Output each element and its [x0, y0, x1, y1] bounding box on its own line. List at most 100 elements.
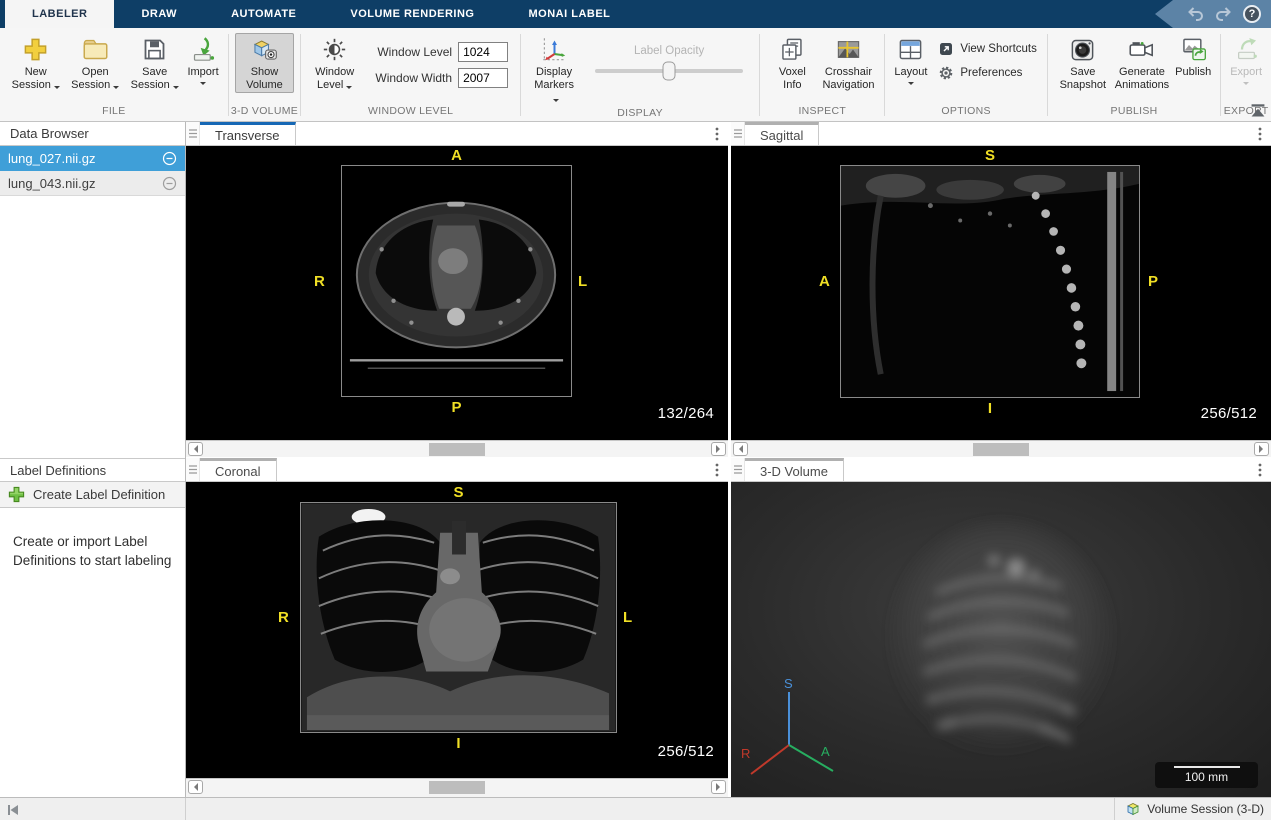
volume-3d-viewport[interactable]: S R A 100 mm	[731, 482, 1271, 797]
add-label-icon	[8, 486, 25, 503]
display-markers-button[interactable]: Display Markers	[527, 33, 581, 106]
chevron-down-icon	[113, 86, 119, 92]
label-definitions-helper-text: Create or import Label Definitions to st…	[13, 532, 172, 570]
layout-grid-icon	[897, 36, 924, 63]
sagittal-tab[interactable]: Sagittal	[745, 122, 819, 145]
sagittal-viewport[interactable]: S A P I 256/512	[731, 146, 1271, 440]
collapse-panel-icon[interactable]	[6, 803, 20, 815]
axis-label-right: R	[741, 746, 750, 761]
transverse-viewport[interactable]: A R L P 132/264	[186, 146, 728, 440]
session-cube-icon	[1125, 801, 1141, 817]
volume-3d-pane-header: 3-D Volume	[731, 458, 1271, 482]
scroll-left-button[interactable]	[733, 442, 748, 456]
publish-button[interactable]: Publish	[1172, 33, 1214, 80]
slice-counter: 132/264	[658, 405, 714, 422]
save-session-button[interactable]: Save Session	[125, 33, 184, 93]
voxel-info-button[interactable]: Voxel Info	[766, 33, 818, 93]
undo-icon[interactable]	[1185, 7, 1205, 22]
coronal-tab[interactable]: Coronal	[200, 458, 277, 481]
scroll-right-button[interactable]	[711, 442, 726, 456]
sagittal-slice-scrollbar[interactable]	[731, 440, 1271, 457]
section-label-file: FILE	[2, 104, 226, 121]
coronal-slice-scrollbar[interactable]	[186, 778, 728, 797]
import-button[interactable]: Import	[184, 33, 221, 89]
grip-icon[interactable]	[731, 122, 745, 145]
section-label-display: DISPLAY	[523, 106, 757, 121]
tab-monai-label[interactable]: MONAI LABEL	[502, 0, 638, 28]
show-volume-toggle[interactable]: Show Volume	[235, 33, 295, 93]
new-session-button[interactable]: New Session	[6, 33, 65, 93]
section-label-window-level: WINDOW LEVEL	[303, 104, 518, 121]
section-label-inspect: INSPECT	[762, 104, 882, 121]
open-session-button[interactable]: Open Session	[65, 33, 124, 93]
transverse-tab[interactable]: Transverse	[200, 122, 296, 145]
brightness-icon	[321, 36, 348, 63]
grip-icon[interactable]	[186, 122, 200, 145]
layout-button[interactable]: Layout	[891, 33, 930, 89]
transverse-pane-header: Transverse	[186, 122, 728, 146]
help-icon[interactable]: ?	[1243, 5, 1261, 23]
orientation-label-anterior: A	[341, 147, 572, 164]
view-shortcuts-button[interactable]: View Shortcuts	[938, 41, 1037, 57]
crosshair-navigation-button[interactable]: Crosshair Navigation	[819, 33, 879, 93]
scroll-right-button[interactable]	[1254, 442, 1269, 456]
ribbon-section-publish: Save Snapshot Generate Animations Publis…	[1048, 28, 1220, 121]
data-browser-item[interactable]: lung_027.nii.gz	[0, 146, 185, 171]
kebab-menu-icon[interactable]	[715, 458, 719, 481]
left-sidebar: Data Browser lung_027.nii.gz lung_043.ni…	[0, 122, 186, 797]
collapse-ribbon-icon[interactable]	[1249, 103, 1267, 117]
window-level-input[interactable]	[458, 42, 508, 62]
session-status: Volume Session (3-D)	[1114, 798, 1271, 820]
kebab-menu-icon[interactable]	[1258, 458, 1262, 481]
remove-volume-icon[interactable]	[162, 176, 177, 191]
chevron-down-icon	[346, 86, 352, 92]
volume-3d-pane: 3-D Volume	[731, 458, 1271, 797]
redo-icon[interactable]	[1214, 7, 1234, 22]
coronal-viewport[interactable]: S R L I 256/512	[186, 482, 728, 778]
slice-counter: 256/512	[658, 743, 714, 760]
section-label-3d-volume: 3-D VOLUME	[231, 104, 299, 121]
axis-label-superior: S	[784, 676, 793, 691]
kebab-menu-icon[interactable]	[715, 122, 719, 145]
tab-automate[interactable]: AUTOMATE	[204, 0, 323, 28]
tab-labeler[interactable]: LABELER	[5, 0, 114, 28]
kebab-menu-icon[interactable]	[1258, 122, 1262, 145]
axis-label-anterior: A	[821, 744, 830, 759]
orientation-label-superior: S	[300, 484, 617, 501]
chevron-down-icon	[553, 99, 559, 105]
tab-volume-rendering[interactable]: VOLUME RENDERING	[323, 0, 501, 28]
orientation-label-posterior: P	[1148, 273, 1158, 290]
scrollbar-thumb[interactable]	[429, 443, 485, 456]
remove-volume-icon[interactable]	[162, 151, 177, 166]
voxel-info-icon	[779, 36, 806, 63]
scroll-right-button[interactable]	[711, 780, 726, 794]
grip-icon[interactable]	[186, 458, 200, 481]
ribbon-section-options: Layout View Shortcuts Preferences OPTION…	[885, 28, 1047, 121]
grip-icon[interactable]	[731, 458, 745, 481]
window-width-input[interactable]	[458, 68, 508, 88]
save-snapshot-button[interactable]: Save Snapshot	[1054, 33, 1112, 93]
save-icon	[141, 36, 168, 63]
ribbon-section-inspect: Voxel Info Crosshair Navigation INSPECT	[760, 28, 884, 121]
ribbon-section-file: New Session Open Session Save Session Im…	[0, 28, 228, 121]
data-browser-header: Data Browser	[0, 122, 185, 146]
generate-animations-button[interactable]: Generate Animations	[1112, 33, 1172, 93]
data-browser-item[interactable]: lung_043.nii.gz	[0, 171, 185, 196]
scrollbar-thumb[interactable]	[429, 781, 485, 794]
tab-draw[interactable]: DRAW	[114, 0, 204, 28]
slice-counter: 256/512	[1201, 405, 1257, 422]
volume-3d-tab[interactable]: 3-D Volume	[745, 458, 844, 481]
scrollbar-thumb[interactable]	[973, 443, 1029, 456]
scroll-left-button[interactable]	[188, 442, 203, 456]
orientation-axes-widget: S R A	[741, 676, 851, 781]
transverse-slice-scrollbar[interactable]	[186, 440, 728, 457]
create-label-definition-button[interactable]: Create Label Definition	[0, 482, 185, 508]
volume-rendering-image	[866, 510, 1136, 765]
preferences-button[interactable]: Preferences	[938, 65, 1037, 81]
export-icon	[1233, 36, 1260, 63]
import-icon	[190, 36, 217, 63]
scroll-left-button[interactable]	[188, 780, 203, 794]
window-level-button[interactable]: Window Level	[307, 33, 362, 93]
camera-icon	[1069, 36, 1096, 63]
orientation-label-inferior: I	[300, 735, 617, 752]
